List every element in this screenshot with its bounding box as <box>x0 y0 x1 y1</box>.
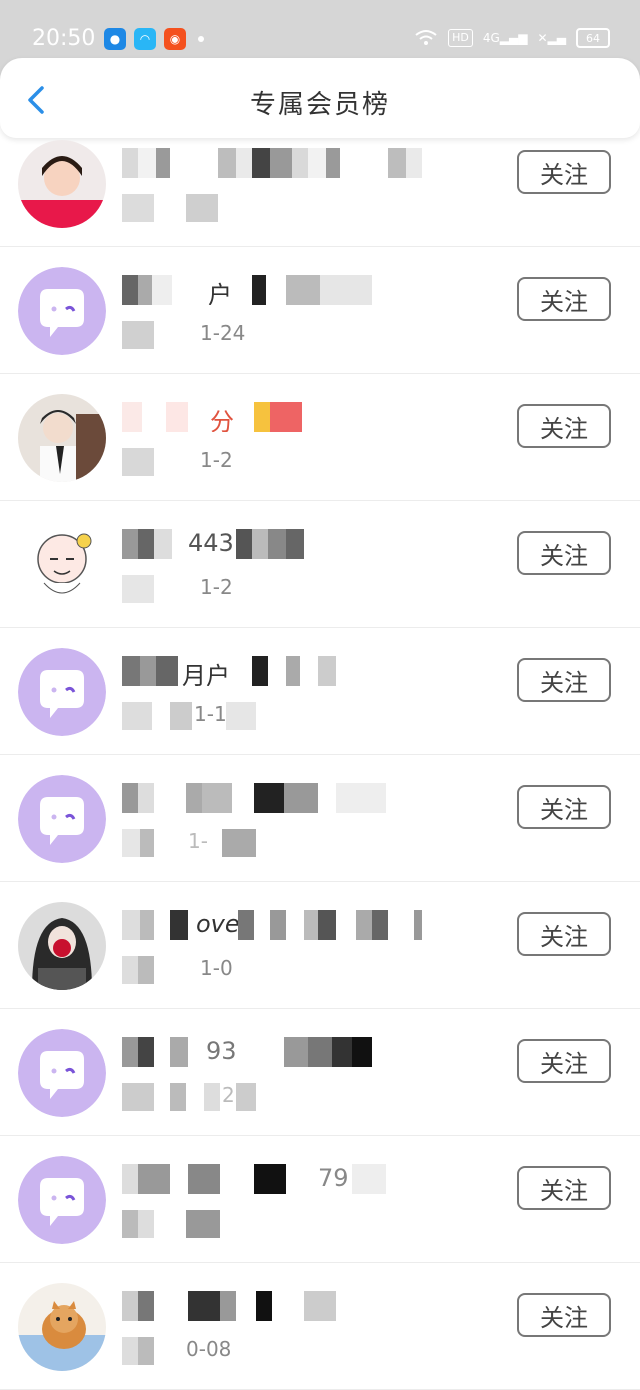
member-date-text: 1- <box>188 829 208 853</box>
list-item[interactable]: 户_ 1-24 关注 <box>0 247 640 374</box>
default-avatar-icon[interactable] <box>18 1156 106 1244</box>
member-name: 93 <box>122 1037 422 1067</box>
follow-button[interactable]: 关注 <box>517 785 611 829</box>
follow-button[interactable]: 关注 <box>517 150 611 194</box>
follow-button[interactable]: 关注 <box>517 1293 611 1337</box>
follow-button[interactable]: 关注 <box>517 912 611 956</box>
member-date: 1-0 <box>122 956 322 984</box>
member-date <box>122 194 322 222</box>
list-item[interactable]: 93 2 关注 <box>0 1009 640 1136</box>
follow-button[interactable]: 关注 <box>517 404 611 448</box>
follow-button[interactable]: 关注 <box>517 531 611 575</box>
member-date-text: 2 <box>222 1083 235 1107</box>
member-name-text: 月户 <box>182 662 230 686</box>
follow-button[interactable]: 关注 <box>517 277 611 321</box>
avatar[interactable] <box>18 902 106 990</box>
battery-level: 64 <box>586 31 600 45</box>
default-avatar-icon[interactable] <box>18 267 106 355</box>
status-time: 20:50 <box>32 26 96 51</box>
system-indicators: HD 4G▂▄▆ ✕▂▄ 64 <box>414 28 610 48</box>
member-name-text: 79 <box>318 1164 349 1192</box>
member-name: 79 <box>122 1164 422 1194</box>
member-name: 443 <box>122 529 422 559</box>
list-item[interactable]: 关注 <box>0 120 640 247</box>
avatar[interactable] <box>18 394 106 482</box>
member-date-text: 1-24 <box>200 321 246 345</box>
list-item[interactable]: 79 关注 <box>0 1136 640 1263</box>
default-avatar-icon[interactable] <box>18 648 106 736</box>
signal-2-icon: ✕▂▄ <box>537 31 566 45</box>
network-type: 4G <box>482 31 500 45</box>
browser-notification-icon: ◠ <box>134 28 156 50</box>
list-item[interactable]: 月户 1-1 关注 <box>0 628 640 755</box>
avatar[interactable] <box>18 1283 106 1371</box>
member-name: ove <box>122 910 422 940</box>
hd-icon: HD <box>448 29 473 47</box>
member-date-text: 1-2 <box>200 575 233 599</box>
list-item[interactable]: 443 1-2 关注 <box>0 501 640 628</box>
member-name <box>122 783 422 813</box>
member-name-text: 分 <box>210 408 234 432</box>
page-title: 专属会员榜 <box>249 90 390 120</box>
member-date-text: 1-1 <box>194 702 227 726</box>
member-date: 1-24 <box>122 321 322 349</box>
member-name: 月户 <box>122 656 422 686</box>
list-item[interactable]: 分 1-2 关注 <box>0 374 640 501</box>
app-notification-icon: ● <box>104 28 126 50</box>
battery-icon: 64 <box>576 28 610 48</box>
avatar[interactable] <box>18 521 106 609</box>
member-name <box>122 148 422 178</box>
member-name <box>122 1291 422 1321</box>
default-avatar-icon[interactable] <box>18 775 106 863</box>
member-name: 户_ <box>122 275 422 305</box>
member-date: 1-2 <box>122 448 322 476</box>
member-name: 分 <box>122 402 422 432</box>
wifi-icon <box>415 30 437 45</box>
follow-button[interactable]: 关注 <box>517 1039 611 1083</box>
follow-button[interactable]: 关注 <box>517 1166 611 1210</box>
member-date-text: 1-0 <box>200 956 233 980</box>
list-item[interactable]: 0-08 关注 <box>0 1263 640 1390</box>
member-name-text: 户_ <box>208 281 244 305</box>
member-date: 2 <box>122 1083 322 1111</box>
member-name-text: ove <box>196 910 240 938</box>
member-date-text: 1-2 <box>200 448 233 472</box>
member-name-text: 93 <box>206 1037 237 1065</box>
list-item[interactable]: 1- 关注 <box>0 755 640 882</box>
member-date: 1- <box>122 829 322 857</box>
avatar[interactable] <box>18 140 106 228</box>
member-date <box>122 1210 322 1238</box>
member-date: 1-2 <box>122 575 322 603</box>
member-date: 1-1 <box>122 702 322 730</box>
member-date: 0-08 <box>122 1337 322 1365</box>
more-notifications-dot <box>198 36 204 42</box>
list-item[interactable]: ove 1-0 关注 <box>0 882 640 1009</box>
member-date-text: 0-08 <box>186 1337 232 1361</box>
follow-button[interactable]: 关注 <box>517 658 611 702</box>
notification-icons: ● ◠ ◉ <box>104 28 204 50</box>
member-list[interactable]: 关注 户_ 1-24 关注 分 1-2 关注 443 1-2 关注 月户 1-1… <box>0 120 640 1390</box>
default-avatar-icon[interactable] <box>18 1029 106 1117</box>
signal-icon: 4G▂▄▆ <box>482 31 528 45</box>
member-name-text: 443 <box>188 529 234 557</box>
weibo-icon: ◉ <box>164 28 186 50</box>
